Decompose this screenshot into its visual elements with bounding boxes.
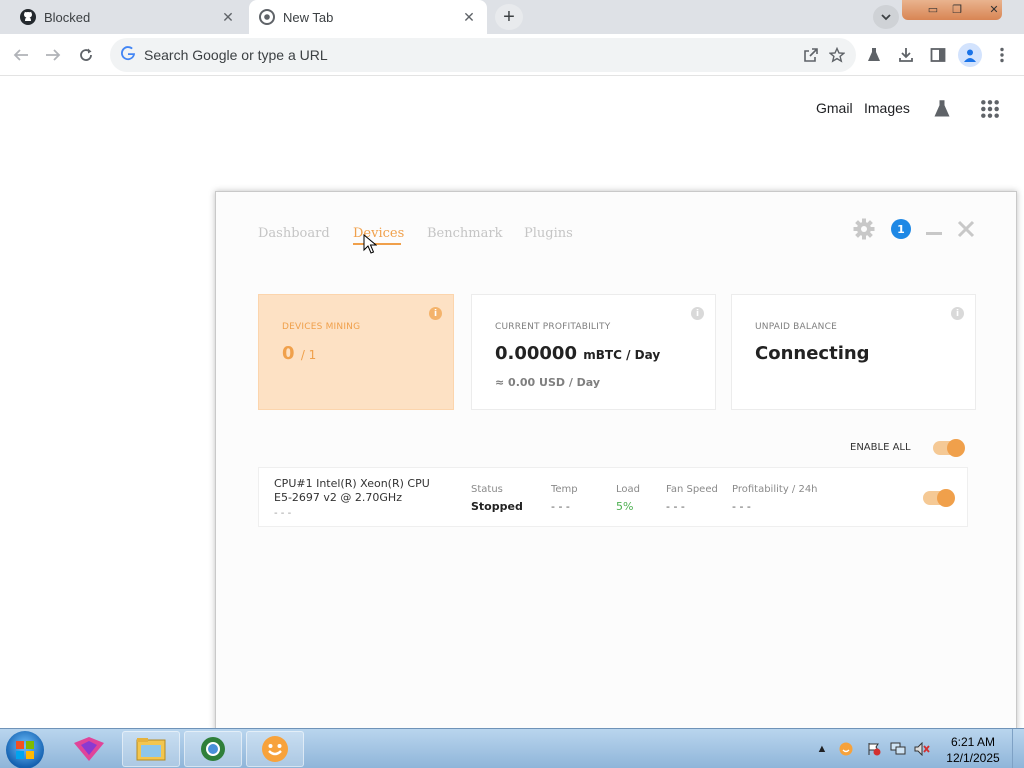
temp-label: Temp (551, 484, 578, 495)
device-row: CPU#1 Intel(R) Xeon(R) CPU E5-2697 v2 @ … (258, 467, 968, 527)
enable-all-toggle[interactable] (933, 439, 965, 457)
tab-title: New Tab (283, 9, 334, 25)
search-input[interactable] (144, 47, 744, 63)
gmail-link[interactable]: Gmail (816, 100, 853, 116)
fan-speed-label: Fan Speed (666, 484, 718, 495)
devices-mining-value: 0 / 1 (282, 343, 317, 364)
taskbar-chrome[interactable] (184, 731, 242, 767)
status-label: Status (471, 484, 503, 495)
back-icon[interactable] (8, 42, 34, 68)
taskbar-explorer[interactable] (122, 731, 180, 767)
window-controls: ▭ ❐ ✕ (902, 0, 1002, 20)
load-value: 5% (616, 500, 634, 513)
unpaid-balance-card: UNPAID BALANCE i Connecting (731, 294, 976, 410)
device-toggle[interactable] (923, 489, 955, 507)
profitability-24h-value: - - - (732, 500, 751, 513)
apps-grid-icon[interactable] (978, 97, 1002, 121)
taskbar-app-icon[interactable] (60, 731, 118, 767)
clock-date: 12/1/2025 (946, 751, 1000, 765)
more-vert-icon[interactable] (992, 45, 1012, 65)
star-icon[interactable] (828, 46, 846, 64)
card-label: CURRENT PROFITABILITY (495, 322, 611, 332)
app-logo-icon (74, 737, 104, 761)
device-name: CPU#1 Intel(R) Xeon(R) CPU E5-2697 v2 @ … (274, 477, 430, 504)
images-link[interactable]: Images (864, 100, 910, 116)
mouse-cursor-icon (363, 234, 377, 254)
folder-icon (136, 738, 166, 761)
tray-expand-icon[interactable]: ▲ (814, 741, 830, 757)
gear-icon[interactable] (852, 217, 876, 241)
smiley-icon (262, 736, 288, 762)
tray-miner-icon[interactable] (838, 741, 854, 757)
github-icon (20, 9, 36, 25)
devices-mining-card: DEVICES MINING i 0 / 1 (258, 294, 454, 410)
tab-devices[interactable]: Devices (353, 226, 404, 241)
tab-title: Blocked (44, 9, 91, 25)
restore-icon[interactable]: ❐ (948, 1, 966, 17)
labs-icon[interactable] (864, 45, 884, 65)
system-clock[interactable]: 6:21 AM 12/1/2025 (942, 734, 1004, 766)
notification-count: 1 (891, 219, 911, 239)
info-icon[interactable]: i (951, 307, 964, 320)
action-center-icon[interactable] (866, 741, 882, 757)
clock-time: 6:21 AM (950, 735, 996, 749)
current-profitability-card: CURRENT PROFITABILITY i 0.00000 mBTC / D… (471, 294, 716, 410)
notification-badge[interactable]: 1 (889, 217, 913, 241)
card-label: DEVICES MINING (282, 322, 361, 332)
tab-blocked[interactable]: Blocked ✕ (0, 0, 246, 34)
unpaid-balance-value: Connecting (755, 343, 870, 364)
labs-icon[interactable] (930, 97, 954, 121)
profitability-unit: mBTC / Day (583, 348, 661, 362)
card-label: UNPAID BALANCE (755, 322, 837, 332)
download-icon[interactable] (896, 45, 916, 65)
google-icon (120, 45, 136, 66)
profitability-usd: ≈ 0.00 USD / Day (495, 376, 601, 389)
profitability-24h-label: Profitability / 24h (732, 484, 818, 495)
info-icon[interactable]: i (691, 307, 704, 320)
new-tab-button[interactable]: + (495, 4, 523, 30)
close-icon[interactable] (954, 217, 978, 241)
load-label: Load (616, 484, 640, 495)
forward-icon[interactable] (40, 42, 66, 68)
tab-new-tab[interactable]: New Tab ✕ (249, 0, 487, 34)
profile-avatar-icon[interactable] (958, 43, 982, 67)
side-panel-icon[interactable] (928, 45, 948, 65)
tab-benchmark[interactable]: Benchmark (427, 226, 502, 241)
profitability-value: 0.00000 mBTC / Day (495, 343, 661, 364)
chevron-down-icon[interactable] (873, 5, 899, 29)
close-icon[interactable]: ✕ (220, 9, 236, 25)
browser-globe-icon (201, 737, 225, 761)
device-subtitle: - - - (274, 508, 292, 519)
chrome-icon (259, 9, 275, 25)
browser-toolbar (0, 34, 1024, 76)
tab-dashboard[interactable]: Dashboard (258, 226, 330, 241)
windows-logo-icon (16, 741, 34, 759)
windows-start-button[interactable] (6, 731, 44, 768)
tab-plugins[interactable]: Plugins (524, 226, 573, 241)
network-icon[interactable] (890, 741, 906, 757)
taskbar-miner[interactable] (246, 731, 304, 767)
info-icon[interactable]: i (429, 307, 442, 320)
status-value: Stopped (471, 500, 523, 513)
omnibox[interactable] (110, 38, 856, 72)
devices-total: / 1 (300, 348, 317, 362)
minimize-icon[interactable]: ▭ (924, 1, 942, 17)
enable-all-label: ENABLE ALL (850, 442, 911, 453)
miner-app-window: Dashboard Devices Benchmark Plugins 1 DE… (215, 191, 1017, 731)
close-icon[interactable]: ✕ (461, 9, 477, 25)
show-desktop-button[interactable] (1012, 729, 1024, 768)
fan-speed-value: - - - (666, 500, 685, 513)
speaker-muted-icon[interactable] (914, 741, 930, 757)
tab-strip: Blocked ✕ New Tab ✕ + ▭ ❐ ✕ (0, 0, 1024, 34)
temp-value: - - - (551, 500, 570, 513)
active-tab-indicator (353, 243, 401, 245)
reload-icon[interactable] (73, 42, 99, 68)
share-icon[interactable] (802, 46, 820, 64)
taskbar: ▲ 6:21 AM 12/1/2025 (0, 728, 1024, 768)
minimize-icon[interactable] (922, 217, 946, 241)
close-window-icon[interactable]: ✕ (986, 1, 1002, 17)
